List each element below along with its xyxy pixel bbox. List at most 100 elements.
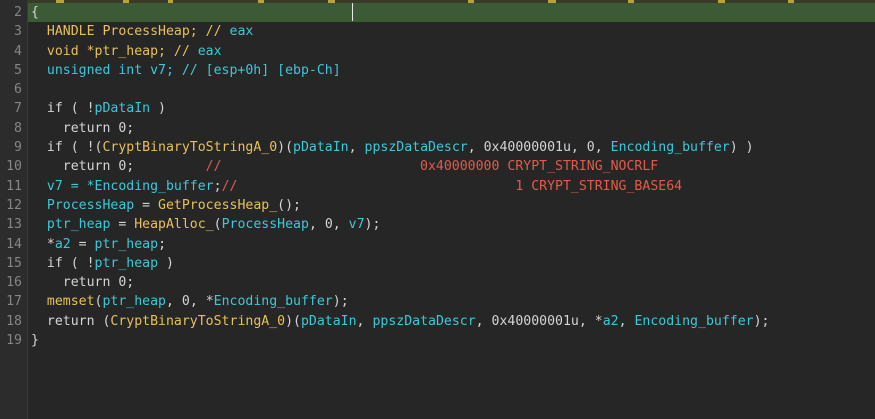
code-text[interactable]: ptr_heap = HeapAlloc_(ProcessHeap, 0, v7… bbox=[31, 215, 381, 234]
code-token: if ( ! bbox=[31, 101, 95, 117]
code-line[interactable]: 9 if ( !(CryptBinaryToStringA_0)(pDataIn… bbox=[0, 138, 875, 157]
code-token: return ( bbox=[31, 313, 111, 329]
code-token: } bbox=[31, 333, 39, 349]
code-token: ptr_heap bbox=[102, 294, 167, 310]
code-line[interactable]: 19} bbox=[0, 331, 875, 350]
code-lines[interactable]: 2{3 HANDLE ProcessHeap; // eax 4 void *pt… bbox=[0, 3, 875, 350]
code-token: pDataIn bbox=[300, 313, 357, 329]
code-token: return 0; bbox=[31, 159, 206, 175]
code-token: ptr_heap bbox=[31, 217, 111, 233]
code-token: = bbox=[134, 197, 159, 213]
code-token: * bbox=[31, 236, 55, 252]
code-text[interactable]: if ( !(CryptBinaryToStringA_0)(pDataIn , … bbox=[31, 138, 754, 157]
code-token: , 0x40000001u, * bbox=[475, 313, 603, 329]
line-number: 3 bbox=[14, 24, 22, 40]
code-token: (); bbox=[277, 197, 301, 213]
code-text[interactable]: ProcessHeap = GetProcessHeap_(); bbox=[31, 196, 301, 215]
code-token: HeapAlloc_ bbox=[134, 217, 214, 233]
line-number: 14 bbox=[6, 236, 22, 252]
line-number: 4 bbox=[14, 43, 22, 59]
code-text[interactable]: if ( !pDataIn ) bbox=[31, 99, 166, 118]
code-line[interactable]: 15 if ( !ptr_heap ) bbox=[0, 254, 875, 273]
comment-token: // 0x40000000 CRYPT_STRING_NOCRLF bbox=[205, 159, 659, 175]
code-line[interactable]: 12 ProcessHeap = GetProcessHeap_(); bbox=[0, 196, 875, 215]
code-token: ppszDataDescr bbox=[372, 313, 476, 329]
code-token: v7 = * bbox=[31, 178, 95, 194]
code-text[interactable]: memset(ptr_heap, 0, *Encoding_buffer); bbox=[31, 292, 349, 311]
code-line[interactable]: 6 bbox=[0, 80, 875, 99]
code-text[interactable]: return 0; bbox=[31, 273, 134, 292]
code-token: )( bbox=[277, 140, 294, 156]
code-token: , 0x40000001u, 0, bbox=[467, 140, 611, 156]
line-number: 11 bbox=[6, 178, 22, 194]
code-line[interactable]: 4 void *ptr_heap; // eax bbox=[0, 42, 875, 61]
line-number: 2 bbox=[14, 5, 22, 20]
code-line[interactable]: 18 return (CryptBinaryToStringA_0)(pData… bbox=[0, 312, 875, 331]
code-token: , bbox=[356, 313, 373, 329]
code-line[interactable]: 8 return 0; bbox=[0, 119, 875, 138]
code-token: , bbox=[348, 140, 365, 156]
code-token: pDataIn bbox=[94, 101, 151, 117]
code-text[interactable]: *a2 = ptr_heap; bbox=[31, 235, 166, 254]
pseudocode-editor[interactable]: 2{3 HANDLE ProcessHeap; // eax 4 void *pt… bbox=[0, 0, 875, 419]
code-text[interactable]: return 0; bbox=[31, 119, 134, 138]
code-token: unsigned int v7; // bbox=[31, 62, 206, 78]
code-token: HANDLE ProcessHeap; // bbox=[31, 24, 230, 40]
code-line[interactable]: 14 *a2 = ptr_heap; bbox=[0, 235, 875, 254]
line-number: 12 bbox=[6, 197, 22, 213]
code-line[interactable]: 17 memset(ptr_heap, 0, *Encoding_buffer)… bbox=[0, 292, 875, 311]
code-token: if ( !( bbox=[31, 140, 103, 156]
comment-token: // 1 CRYPT_STRING_BASE64 bbox=[221, 178, 683, 194]
line-number: 13 bbox=[6, 217, 22, 233]
code-token: Encoding_buffer bbox=[94, 178, 214, 194]
code-token: ppszDataDescr bbox=[364, 140, 468, 156]
code-text[interactable]: void *ptr_heap; // eax bbox=[31, 42, 222, 61]
code-token: )( bbox=[285, 313, 301, 329]
line-number: 16 bbox=[6, 275, 22, 291]
line-number: 6 bbox=[14, 82, 22, 98]
line-number: 9 bbox=[14, 140, 22, 156]
code-token: CryptBinaryToStringA_0 bbox=[102, 140, 278, 156]
code-line[interactable]: 2{ bbox=[0, 3, 875, 22]
code-token: CryptBinaryToStringA_0 bbox=[110, 313, 286, 329]
code-token: = bbox=[70, 236, 95, 252]
code-text[interactable]: return 0; // 0x40000000 CRYPT_STRING_NOC… bbox=[31, 157, 658, 176]
code-token: memset bbox=[46, 294, 95, 310]
code-token: ptr_heap bbox=[94, 236, 159, 252]
code-token: if ( ! bbox=[31, 255, 95, 271]
code-token: [esp+0h] [ebp-Ch] bbox=[205, 62, 341, 78]
code-text[interactable]: return (CryptBinaryToStringA_0)(pDataIn,… bbox=[31, 312, 770, 331]
code-line[interactable]: 5 unsigned int v7; // [esp+0h] [ebp-Ch] bbox=[0, 61, 875, 80]
code-text[interactable]: v7 = *Encoding_buffer;// 1 CRYPT_STRING_… bbox=[31, 177, 682, 196]
code-token: ; bbox=[158, 236, 167, 252]
code-text[interactable]: } bbox=[31, 331, 39, 350]
code-line[interactable]: 16 return 0; bbox=[0, 273, 875, 292]
code-line[interactable]: 10 return 0; // 0x40000000 CRYPT_STRING_… bbox=[0, 157, 875, 176]
code-token: ) bbox=[158, 255, 174, 271]
line-number: 18 bbox=[6, 313, 22, 329]
code-token: Encoding_buffer bbox=[610, 140, 730, 156]
line-number: 15 bbox=[6, 255, 22, 271]
code-line[interactable]: 11 v7 = *Encoding_buffer;// 1 CRYPT_STRI… bbox=[0, 177, 875, 196]
code-text[interactable]: unsigned int v7; // [esp+0h] [ebp-Ch] bbox=[31, 61, 341, 80]
code-line[interactable]: 7 if ( !pDataIn ) bbox=[0, 99, 875, 118]
code-line[interactable]: 3 HANDLE ProcessHeap; // eax bbox=[0, 22, 875, 41]
code-token: Encoding_buffer bbox=[634, 313, 754, 329]
code-token: ProcessHeap bbox=[221, 217, 309, 233]
code-token: ); bbox=[364, 217, 381, 233]
line-number: 10 bbox=[6, 159, 22, 175]
code-token: pDataIn bbox=[293, 140, 349, 156]
code-token: ( bbox=[213, 217, 222, 233]
code-text[interactable]: HANDLE ProcessHeap; // eax bbox=[31, 22, 253, 41]
code-text[interactable]: { bbox=[31, 3, 39, 22]
code-token: ptr_heap bbox=[94, 255, 159, 271]
code-token: v7 bbox=[348, 217, 365, 233]
code-line[interactable]: 13 ptr_heap = HeapAlloc_(ProcessHeap, 0,… bbox=[0, 215, 875, 234]
code-text[interactable]: if ( !ptr_heap ) bbox=[31, 254, 174, 273]
line-number: 19 bbox=[6, 333, 22, 349]
code-token: ; bbox=[213, 178, 222, 194]
code-token: , 0, * bbox=[166, 294, 214, 310]
code-token: , 0, bbox=[308, 217, 349, 233]
code-token: Encoding_buffer bbox=[213, 294, 333, 310]
code-token: GetProcessHeap_ bbox=[158, 197, 278, 213]
